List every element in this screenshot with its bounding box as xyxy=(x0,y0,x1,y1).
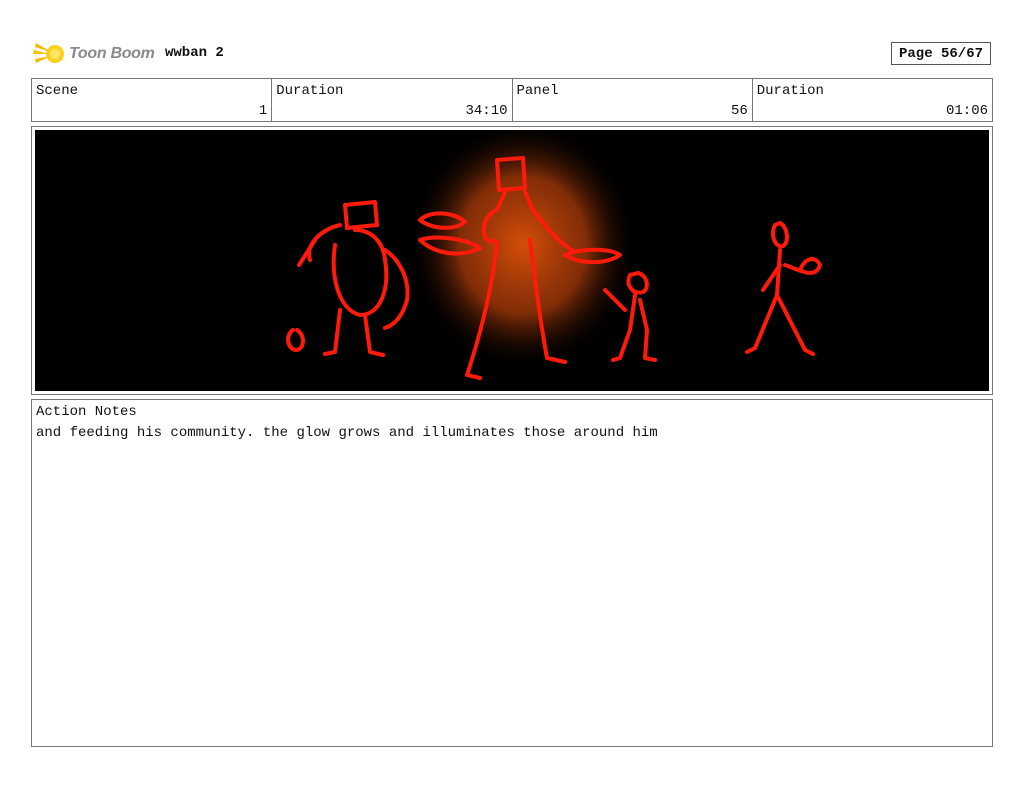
scene-duration-label: Duration xyxy=(276,83,344,99)
action-notes-box: Action Notes and feeding his community. … xyxy=(31,399,993,747)
scene-duration-cell: Duration 34:10 xyxy=(272,79,513,121)
scene-label: Scene xyxy=(36,83,79,99)
sketch-figure-bear xyxy=(286,200,410,357)
panel-cell: Panel 56 xyxy=(513,79,753,121)
panel-duration-label: Duration xyxy=(756,83,824,99)
star-icon xyxy=(33,43,64,63)
storyboard-frame xyxy=(31,126,993,395)
scene-duration-value: 34:10 xyxy=(465,103,508,119)
action-notes-title: Action Notes xyxy=(36,404,137,420)
page-indicator: Page 56/67 xyxy=(891,42,991,65)
action-notes-text: and feeding his community. the glow grow… xyxy=(36,425,658,441)
scene-value: 1 xyxy=(258,103,268,119)
brand-name: Toon Boom xyxy=(69,45,155,62)
project-title: wwban 2 xyxy=(165,45,224,61)
panel-duration-value: 01:06 xyxy=(945,103,988,119)
panel-label: Panel xyxy=(516,83,559,99)
toon-boom-logo: Toon Boom xyxy=(33,38,155,70)
sketch-figure-walker xyxy=(745,221,822,356)
panel-duration-cell: Duration 01:06 xyxy=(753,79,992,121)
storyboard-panel-image xyxy=(35,130,989,391)
scene-cell: Scene 1 xyxy=(32,79,273,121)
panel-value: 56 xyxy=(730,103,748,119)
panel-info-table: Scene 1 Duration 34:10 Panel 56 Duration… xyxy=(31,78,993,122)
